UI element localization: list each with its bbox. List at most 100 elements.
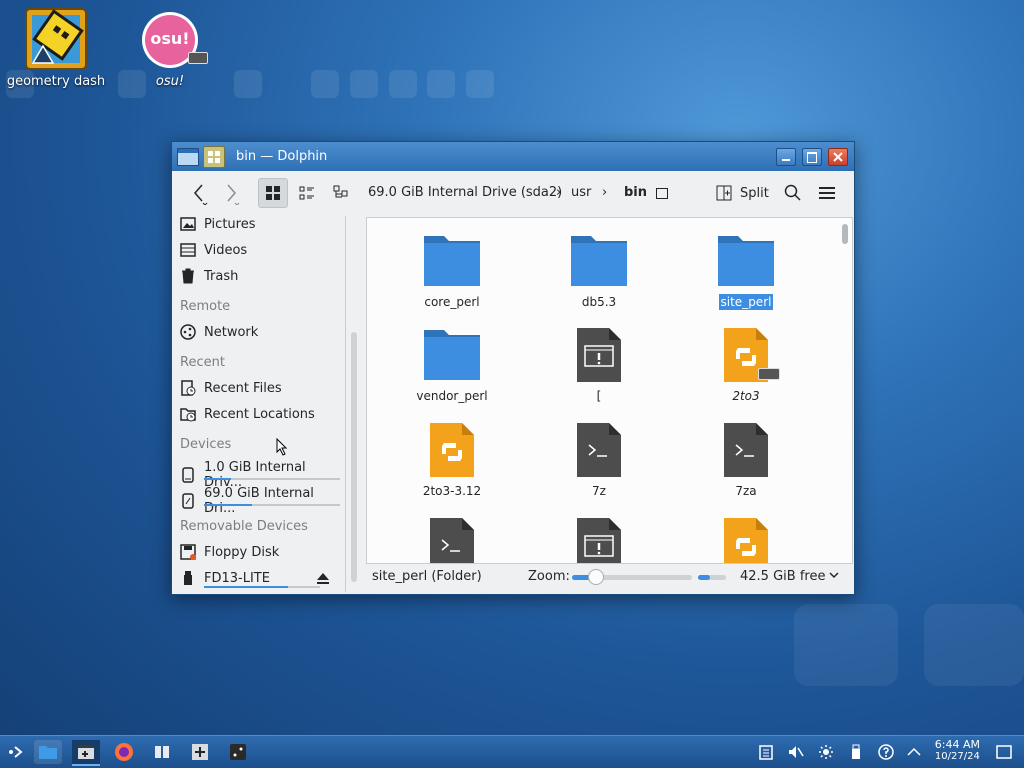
mouse-cursor-icon <box>276 437 288 460</box>
sidebar-item-recent-locations[interactable]: Recent Locations <box>180 406 315 422</box>
compact-view-button[interactable] <box>292 178 322 208</box>
folder-icon <box>686 232 806 290</box>
file-name-label: 7z <box>592 484 606 498</box>
file-item[interactable] <box>392 516 512 563</box>
sidebar-item-videos[interactable]: Videos <box>180 242 247 258</box>
file-item[interactable] <box>539 516 659 563</box>
desktop-tile <box>427 70 455 98</box>
brightness-icon[interactable] <box>818 744 834 760</box>
taskbar-app-6[interactable] <box>224 740 252 764</box>
recent-files-icon <box>180 380 196 396</box>
sidebar-item-label: FD13-LITE <box>204 570 270 586</box>
sidebar-item-fd13-lite[interactable]: FD13-LITE <box>180 570 329 586</box>
breadcrumb-bin[interactable]: bin <box>624 185 647 200</box>
free-space-label[interactable]: 42.5 GiB free <box>740 569 825 584</box>
title-bar[interactable]: bin — Dolphin <box>172 142 854 171</box>
breadcrumb-root[interactable]: 69.0 GiB Internal Drive (sda2) <box>368 185 562 200</box>
sidebar-scrollbar[interactable] <box>351 332 357 582</box>
zoom-slider[interactable] <box>572 569 692 585</box>
python-file-icon <box>392 421 512 479</box>
launcher-icon <box>9 746 23 758</box>
sidebar-item-network[interactable]: Network <box>180 324 258 340</box>
icons-view-button[interactable] <box>258 178 288 208</box>
window-title: bin — Dolphin <box>236 149 328 164</box>
taskbar-konsole-active[interactable] <box>72 740 100 766</box>
panel-divider[interactable] <box>345 216 346 592</box>
chevron-up-icon[interactable] <box>906 744 922 760</box>
app-launcher-button[interactable] <box>2 740 30 764</box>
osu-logo-text: osu! <box>150 29 190 48</box>
desktop-icon-geometry-dash[interactable]: geometry dash <box>6 8 106 89</box>
sidebar-item-pictures[interactable]: Pictures <box>180 216 255 232</box>
taskbar-app-5[interactable] <box>186 740 214 764</box>
folder-item[interactable]: site_perl <box>686 232 806 310</box>
menu-button[interactable] <box>812 178 842 208</box>
recent-locations-icon <box>180 406 196 422</box>
file-name-label: vendor_perl <box>416 389 488 403</box>
grid-view-icon <box>266 186 280 200</box>
help-icon[interactable] <box>878 744 894 760</box>
desktop-tile <box>794 604 898 686</box>
search-icon <box>784 184 801 201</box>
file-item[interactable]: 7z <box>539 421 659 499</box>
dolphin-window: bin — Dolphin 69.0 GiB Internal Drive (s… <box>171 141 855 595</box>
sidebar-item-floppy[interactable]: Floppy Disk <box>180 544 279 560</box>
search-button[interactable] <box>778 178 808 208</box>
file-item[interactable] <box>686 516 806 563</box>
file-view-scrollbar[interactable] <box>842 224 848 244</box>
details-view-button[interactable] <box>326 178 356 208</box>
sidebar-header-removable: Removable Devices <box>180 519 308 534</box>
clock[interactable]: 6:44 AM 10/27/24 <box>935 739 980 763</box>
sidebar-item-label: Trash <box>204 268 239 284</box>
add-app-icon <box>192 744 208 760</box>
chevron-right-icon <box>227 184 240 205</box>
clipboard-icon[interactable] <box>758 744 774 760</box>
chevron-down-icon[interactable] <box>828 569 840 585</box>
file-name-label: db5.3 <box>581 295 617 309</box>
taskbar-app-4[interactable] <box>148 740 176 764</box>
file-item[interactable]: 2to3-3.12 <box>392 421 512 499</box>
sidebar-item-device-2[interactable]: 69.0 GiB Internal Dri... <box>180 486 344 516</box>
forward-button[interactable] <box>216 178 246 208</box>
script-file-icon <box>392 516 512 563</box>
window-icon <box>177 148 199 166</box>
firefox-icon <box>115 743 133 761</box>
pin-icon[interactable] <box>203 146 225 168</box>
sidebar-item-recent-files[interactable]: Recent Files <box>180 380 282 396</box>
file-item[interactable]: 7za <box>686 421 806 499</box>
drive-icon <box>180 493 196 509</box>
maximize-button[interactable] <box>802 148 822 166</box>
file-name-label: site_perl <box>718 294 774 310</box>
volume-muted-icon[interactable] <box>788 744 804 760</box>
taskbar-firefox[interactable] <box>110 740 138 764</box>
usb-drive-icon <box>180 570 196 586</box>
zoom-slider-handle[interactable] <box>588 569 604 585</box>
close-button[interactable] <box>828 148 848 166</box>
folder-item[interactable]: db5.3 <box>539 232 659 310</box>
taskbar-dolphin[interactable] <box>34 740 62 764</box>
file-item[interactable]: [ <box>539 326 659 404</box>
sidebar-header-recent: Recent <box>180 355 225 370</box>
python-file-icon <box>686 326 806 384</box>
desktop-tile <box>466 70 494 98</box>
script-file-icon <box>686 421 806 479</box>
split-label: Split <box>740 185 769 201</box>
file-item[interactable]: 2to3 <box>686 326 806 404</box>
desktop-icon-osu[interactable]: osu! osu! <box>120 10 220 89</box>
usb-devices-icon[interactable] <box>848 744 864 760</box>
folder-item[interactable]: vendor_perl <box>392 326 512 404</box>
device-usage-bar <box>204 504 340 506</box>
show-desktop-icon[interactable] <box>996 744 1012 760</box>
sidebar-item-trash[interactable]: Trash <box>180 268 238 284</box>
file-view[interactable]: core_perl db5.3 site_perl vendor_perl [2to3 2… <box>366 217 853 564</box>
folder-item[interactable]: core_perl <box>392 232 512 310</box>
selection-status: site_perl (Folder) <box>372 569 482 584</box>
desktop-tile <box>924 604 1024 686</box>
compact-view-icon <box>299 186 314 200</box>
minimize-button[interactable] <box>776 148 796 166</box>
back-button[interactable] <box>184 178 214 208</box>
split-button[interactable]: Split <box>716 185 769 201</box>
breadcrumb-usr[interactable]: usr <box>571 185 591 200</box>
lock-icon <box>656 188 668 199</box>
desktop-tile <box>389 70 417 98</box>
